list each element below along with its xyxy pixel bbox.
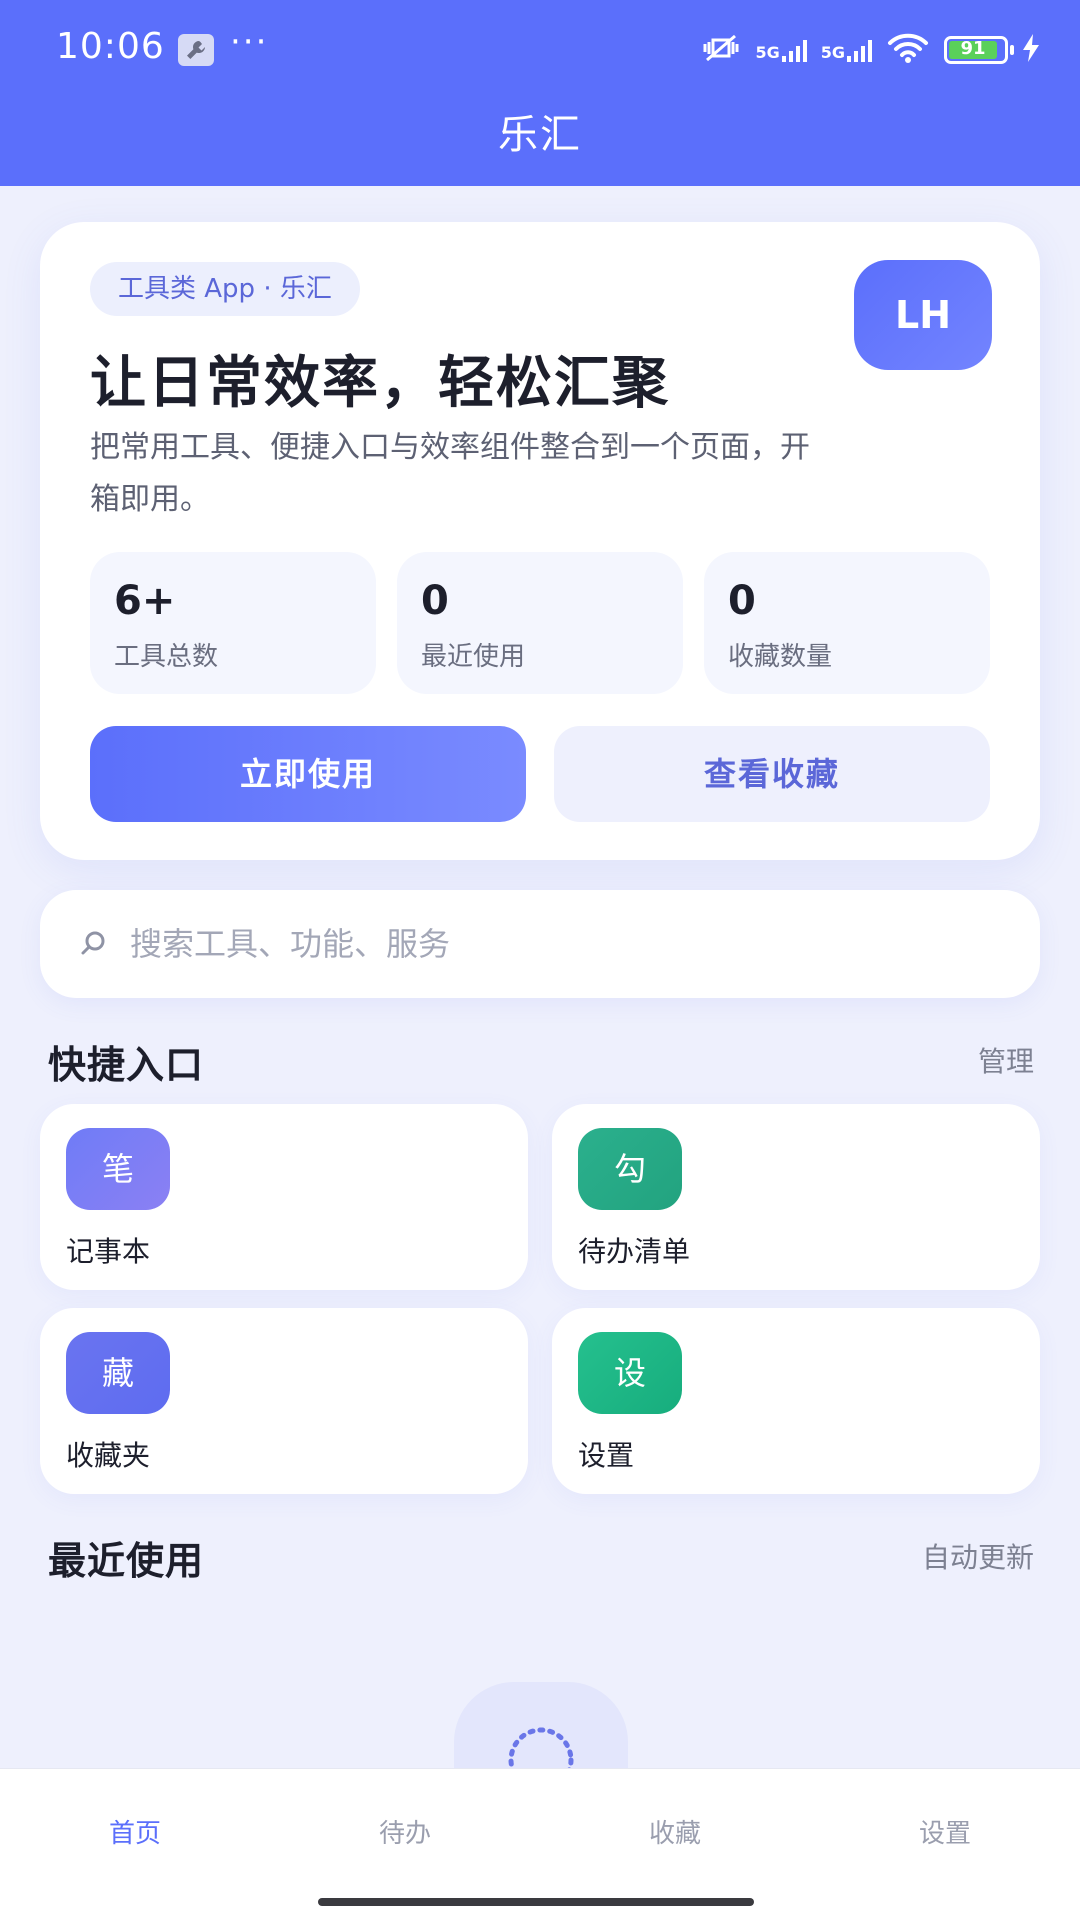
stat-label: 工具总数 [114, 642, 219, 672]
stat-label: 最近使用 [421, 642, 526, 672]
auto-update-label: 自动更新 [921, 1541, 1034, 1574]
stat-label: 收藏数量 [728, 642, 833, 672]
manage-link[interactable]: 管理 [978, 1040, 1034, 1080]
battery-icon: 91 [944, 36, 1014, 64]
quick-entry-title: 快捷入口 [48, 1043, 205, 1087]
hero-description: 把常用工具、便捷入口与效率组件整合到一个页面，开箱即用。 [90, 430, 810, 517]
tile-label: 设置 [578, 1439, 635, 1472]
stat-value: 0 [728, 578, 756, 624]
settings-icon: 设 [578, 1332, 682, 1414]
home-indicator[interactable] [318, 1898, 754, 1906]
tile-label: 记事本 [66, 1235, 151, 1268]
stat-favorites-count: 0 收藏数量 [704, 552, 990, 694]
tile-label: 待办清单 [578, 1235, 691, 1268]
tile-todo-list[interactable]: 勾 待办清单 [552, 1104, 1040, 1290]
stat-value: 0 [421, 578, 449, 624]
stat-value: 6+ [114, 578, 176, 624]
nav-todo[interactable]: 待办 [305, 1813, 505, 1850]
use-now-button[interactable]: 立即使用 [90, 726, 526, 822]
search-icon [78, 928, 108, 962]
wrench-icon [178, 34, 214, 66]
hero-card: 工具类 App · 乐汇 LH 让日常效率，轻松汇聚 把常用工具、便捷入口与效率… [40, 222, 1040, 860]
app-bar: 乐汇 [0, 100, 1080, 186]
view-favorites-button[interactable]: 查看收藏 [554, 726, 990, 822]
charging-icon [1022, 34, 1040, 66]
stat-total-tools: 6+ 工具总数 [90, 552, 376, 694]
status-time: 10:06 [56, 26, 165, 67]
nav-home[interactable]: 首页 [35, 1813, 235, 1850]
network-type-2: 5G [820, 43, 845, 62]
app-category-tag: 工具类 App · 乐汇 [90, 262, 360, 316]
more-notifications-icon: ··· [230, 22, 269, 62]
bookmark-icon: 藏 [66, 1332, 170, 1414]
nav-settings[interactable]: 设置 [845, 1813, 1045, 1850]
check-icon: 勾 [578, 1128, 682, 1210]
wifi-icon [886, 32, 930, 68]
battery-level: 91 [960, 38, 986, 59]
hero-title: 让日常效率，轻松汇聚 [90, 351, 670, 416]
search-bar[interactable] [40, 890, 1040, 998]
search-input[interactable] [130, 912, 990, 976]
tile-favorites[interactable]: 藏 收藏夹 [40, 1308, 528, 1494]
app-title: 乐汇 [498, 112, 582, 158]
tile-label: 收藏夹 [66, 1439, 151, 1472]
nav-favorites[interactable]: 收藏 [575, 1813, 775, 1850]
avatar[interactable]: LH [854, 260, 992, 370]
pen-icon: 笔 [66, 1128, 170, 1210]
cellular-signal-icon: 5G [821, 38, 872, 62]
mute-vibrate-icon [701, 32, 741, 68]
recent-title: 最近使用 [48, 1539, 205, 1583]
network-type-1: 5G [755, 43, 780, 62]
status-bar: 10:06 ··· 5G 5G 91 [0, 0, 1080, 100]
cellular-signal-icon: 5G [755, 38, 807, 62]
tile-notepad[interactable]: 笔 记事本 [40, 1104, 528, 1290]
tile-settings[interactable]: 设 设置 [552, 1308, 1040, 1494]
stat-recent-used: 0 最近使用 [397, 552, 683, 694]
